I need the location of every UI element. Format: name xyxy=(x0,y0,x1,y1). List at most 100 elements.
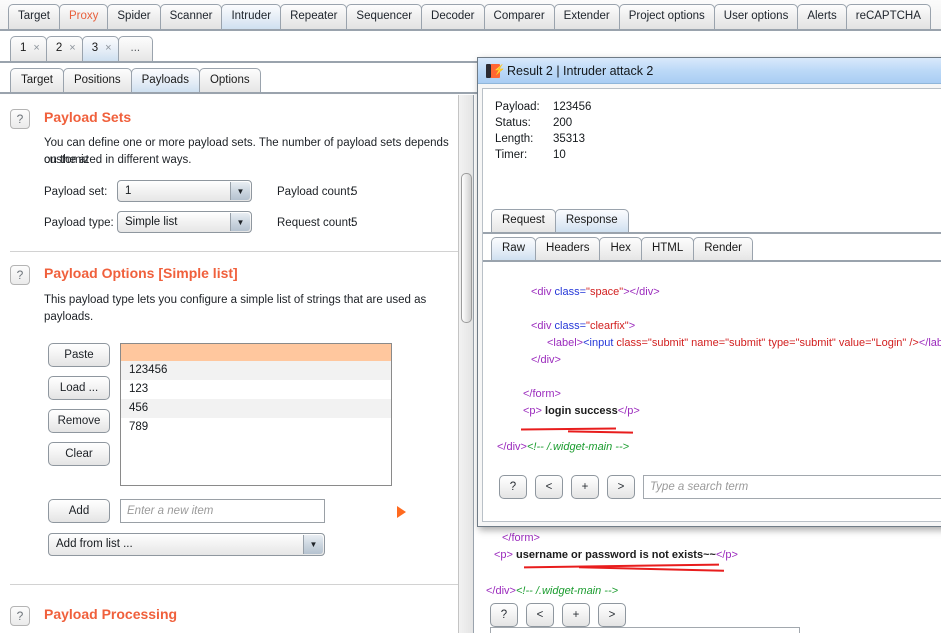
chevron-down-icon[interactable]: ▼ xyxy=(230,213,250,231)
search-next-button[interactable]: > xyxy=(607,475,635,499)
bg-code-message-text: username or password is not exists~~ xyxy=(512,549,716,561)
attack-tab-more[interactable]: ... xyxy=(117,36,154,61)
tab-extender[interactable]: Extender xyxy=(553,4,620,29)
payload-processing-title: Payload Processing xyxy=(44,606,178,622)
tab-response[interactable]: Response xyxy=(554,209,629,232)
tab-request[interactable]: Request xyxy=(491,209,556,232)
payload-type-label: Payload type: xyxy=(44,217,114,229)
clear-button[interactable]: Clear xyxy=(48,442,110,466)
tab-project-options[interactable]: Project options xyxy=(618,4,715,29)
payload-value: 123456 xyxy=(553,101,592,113)
tab-proxy[interactable]: Proxy xyxy=(58,4,109,29)
new-item-input[interactable]: Enter a new item xyxy=(120,499,325,523)
tab-html[interactable]: HTML xyxy=(640,237,695,260)
subtab-target[interactable]: Target xyxy=(10,68,64,92)
subtab-positions[interactable]: Positions xyxy=(62,68,132,92)
attack-tab-1[interactable]: 1 × xyxy=(10,36,47,61)
tab-scanner[interactable]: Scanner xyxy=(159,4,223,29)
search-prev-button[interactable]: < xyxy=(535,475,563,499)
tab-intruder[interactable]: Intruder xyxy=(221,4,282,29)
attack-tab-3[interactable]: 3 × xyxy=(81,36,119,61)
payload-count-value: 5 xyxy=(351,186,358,198)
payload-set-dropdown[interactable]: 1 ▼ xyxy=(117,180,252,202)
annotation-underline xyxy=(578,566,725,572)
code-line-1: <div class="space"></div> xyxy=(531,284,660,301)
paste-button[interactable]: Paste xyxy=(48,343,110,367)
search-prev-button[interactable]: < xyxy=(526,603,554,627)
subtab-payloads[interactable]: Payloads xyxy=(130,68,200,92)
tab-headers[interactable]: Headers xyxy=(535,237,601,260)
remove-button[interactable]: Remove xyxy=(48,409,110,433)
annotation-arrow-icon xyxy=(397,506,406,518)
burp-logo-icon: ⚡ xyxy=(486,63,505,78)
response-code-area[interactable]: <div class="space"></div> <div class="cl… xyxy=(483,262,941,471)
help-icon[interactable]: ? xyxy=(499,475,527,499)
list-item[interactable]: 456 xyxy=(121,399,391,418)
dialog-body: Payload: 123456 Status: 200 Length: 35313 T… xyxy=(482,88,941,522)
request-count-label: Request count: xyxy=(277,217,355,229)
search-input[interactable]: Type a search term xyxy=(643,475,941,499)
tab-sequencer[interactable]: Sequencer xyxy=(346,4,423,29)
subtab-options[interactable]: Options xyxy=(198,68,261,92)
payload-type-dropdown[interactable]: Simple list ▼ xyxy=(117,211,252,233)
search-next-button[interactable]: > xyxy=(598,603,626,627)
scrollbar-thumb[interactable] xyxy=(461,173,472,323)
attack-tab-2-label: 2 xyxy=(55,42,63,54)
code-label-close: </label> xyxy=(918,337,941,349)
bg-code-form-close: </form> xyxy=(502,532,540,544)
tab-alerts[interactable]: Alerts xyxy=(797,4,847,29)
close-icon[interactable]: × xyxy=(105,42,111,54)
payload-count-label: Payload count: xyxy=(277,186,354,198)
search-add-button[interactable]: + xyxy=(571,475,599,499)
add-from-list-dropdown[interactable]: Add from list ... ▼ xyxy=(48,533,325,556)
close-icon[interactable]: × xyxy=(69,42,75,54)
code-p-open: <p> xyxy=(523,405,542,417)
list-item[interactable]: 123 xyxy=(121,380,391,399)
bg-code-line-3: </div><!-- /.widget-main --> xyxy=(486,583,618,600)
help-icon[interactable]: ? xyxy=(10,109,30,129)
code-div-close: </div> xyxy=(497,441,527,453)
chevron-down-icon[interactable]: ▼ xyxy=(303,535,323,554)
search-input[interactable]: Type a search term xyxy=(490,627,800,633)
tab-recaptcha[interactable]: reCAPTCHA xyxy=(845,4,931,29)
payload-options-title: Payload Options [Simple list] xyxy=(44,265,238,281)
code-input-tag: <input xyxy=(583,337,614,349)
code-p-close: </p> xyxy=(617,405,640,417)
dialog-title: Result 2 | Intruder attack 2 xyxy=(507,63,654,78)
payload-key: Payload: xyxy=(495,101,540,113)
burp-suite-window: Target Proxy Spider Scanner Intruder Repeater… xyxy=(0,0,941,633)
list-item[interactable]: 123456 xyxy=(121,361,391,380)
bg-code-div-close: </div> xyxy=(486,585,516,597)
tab-raw[interactable]: Raw xyxy=(491,237,537,260)
search-add-button[interactable]: + xyxy=(562,603,590,627)
tab-user-options[interactable]: User options xyxy=(713,4,799,29)
code-class-attr: class= xyxy=(551,286,587,298)
tab-render[interactable]: Render xyxy=(693,237,753,260)
tab-hex[interactable]: Hex xyxy=(599,237,642,260)
payload-options-desc: This payload type lets you configure a s… xyxy=(44,294,427,323)
payload-list-header xyxy=(121,344,391,361)
divider xyxy=(10,584,462,585)
code-line-6: </form> xyxy=(523,386,561,403)
help-icon[interactable]: ? xyxy=(10,265,30,285)
tab-target[interactable]: Target xyxy=(8,4,60,29)
result-dialog[interactable]: ⚡ Result 2 | Intruder attack 2 Payload: 1… xyxy=(477,57,941,527)
tab-comparer[interactable]: Comparer xyxy=(483,4,555,29)
help-icon[interactable]: ? xyxy=(10,606,30,626)
tab-repeater[interactable]: Repeater xyxy=(280,4,348,29)
close-icon[interactable]: × xyxy=(33,42,39,54)
list-item[interactable]: 789 xyxy=(121,418,391,437)
payloads-panel-scrollbar[interactable] xyxy=(458,95,473,633)
tab-decoder[interactable]: Decoder xyxy=(421,4,485,29)
dialog-title-bar[interactable]: ⚡ Result 2 | Intruder attack 2 xyxy=(478,58,941,84)
attack-tab-3-label: 3 xyxy=(91,42,99,54)
add-button[interactable]: Add xyxy=(48,499,110,523)
tab-spider[interactable]: Spider xyxy=(107,4,161,29)
chevron-down-icon[interactable]: ▼ xyxy=(230,182,250,200)
attack-tab-2[interactable]: 2 × xyxy=(45,36,83,61)
divider xyxy=(483,232,941,234)
load-button[interactable]: Load ... xyxy=(48,376,110,400)
help-icon[interactable]: ? xyxy=(490,603,518,627)
divider xyxy=(10,251,462,252)
payload-list[interactable]: 123456 123 456 789 xyxy=(120,343,392,486)
